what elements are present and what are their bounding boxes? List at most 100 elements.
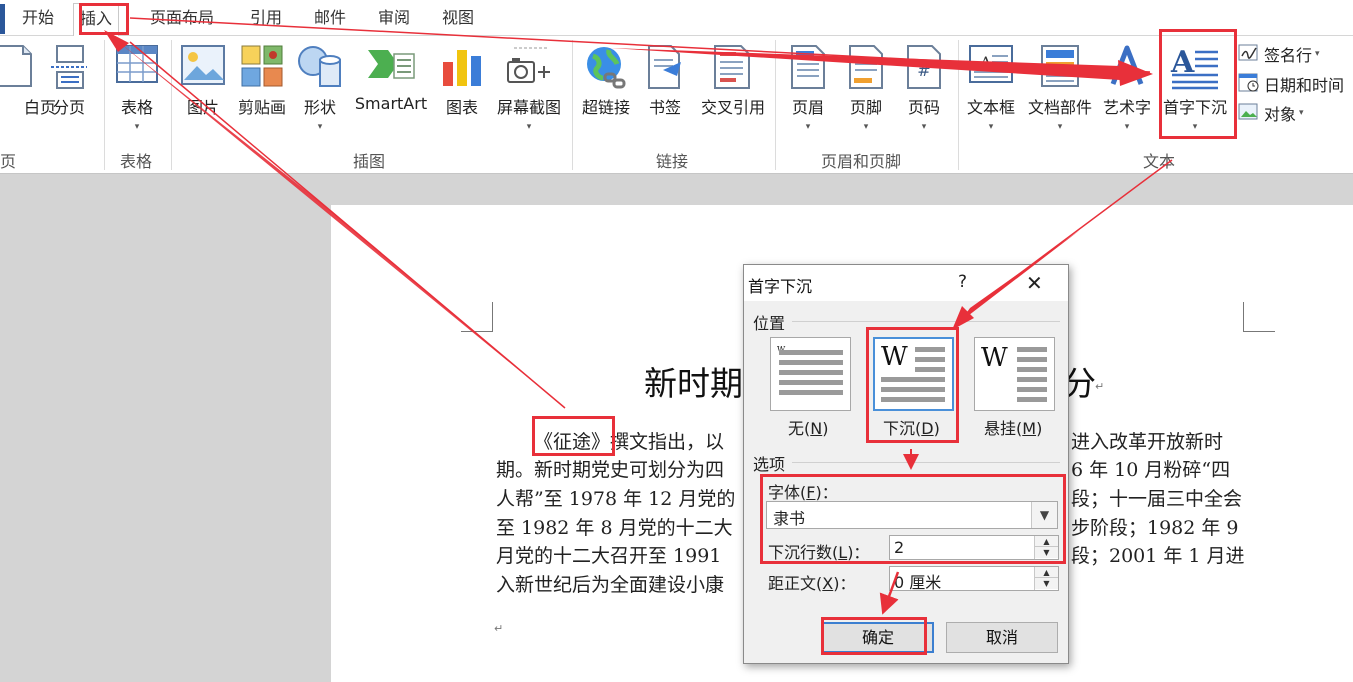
table-icon [115, 44, 159, 88]
shapes-button[interactable]: 形状 ▾ [285, 38, 355, 138]
option-in-margin[interactable]: W [974, 337, 1055, 411]
chevron-down-icon[interactable]: ▼ [1031, 502, 1057, 528]
svg-text:W: W [981, 343, 1008, 373]
text-line[interactable]: 6 年 10 月粉碎“四 [1071, 455, 1230, 482]
font-select[interactable]: 隶书 ▼ [766, 501, 1058, 529]
table-button[interactable]: 表格 ▾ [102, 38, 172, 138]
page-number-button[interactable]: # 页码 ▾ [889, 38, 959, 138]
paragraph-mark: ↵ [1095, 380, 1105, 393]
tab-mailings[interactable]: 邮件 [314, 6, 346, 30]
chevron-down-icon: ▾ [1299, 108, 1304, 118]
spin-up-icon[interactable]: ▲ [1035, 536, 1058, 547]
clipart-icon [240, 44, 284, 92]
spin-down-icon[interactable]: ▼ [1035, 578, 1058, 589]
tab-references[interactable]: 引用 [250, 6, 282, 30]
divider [792, 462, 1060, 463]
svg-text:A: A [979, 53, 992, 72]
text-line[interactable]: 步阶段；1982 年 9 [1071, 513, 1239, 540]
picture-icon [180, 44, 226, 90]
spin-down-icon[interactable]: ▼ [1035, 547, 1058, 558]
spin-up-icon[interactable]: ▲ [1035, 567, 1058, 578]
help-button[interactable]: ? [958, 272, 967, 292]
dropcap-button[interactable]: A 首字下沉 ▾ [1160, 38, 1230, 138]
options-section-label: 选项 [753, 455, 786, 474]
option-none-label: 无(N) [788, 419, 829, 438]
object-button[interactable]: 对象 ▾ [1238, 100, 1304, 126]
crossref-icon [711, 44, 755, 94]
text-line[interactable]: 《征途》撰文指出，以 [534, 427, 724, 454]
crossref-button[interactable]: 交叉引用 [698, 38, 768, 138]
screenshot-icon [504, 44, 554, 92]
crop-mark [461, 302, 493, 332]
chevron-down-icon: ▾ [1057, 122, 1063, 132]
quickparts-icon [1040, 44, 1080, 92]
text-line[interactable]: 段；十一届三中全会 [1071, 484, 1242, 511]
page-break-button[interactable]: 分页 [34, 38, 104, 138]
smartart-icon [366, 44, 416, 88]
drop-cap-dialog: 首字下沉 ? ✕ 位置 W W W 无(N) 下沉(D) 悬挂(M) 选项 字体… [743, 264, 1069, 664]
paragraph-mark: ↵ [494, 622, 504, 635]
distance-label: 距正文(X)： [768, 574, 856, 593]
ribbon-insert: 白页 分页 页 表格 ▾ 表格 图片 剪贴画 形状 ▾ SmartArt 图表 … [0, 36, 1353, 174]
dialog-title: 首字下沉 [748, 277, 813, 296]
chevron-down-icon: ▾ [134, 122, 140, 132]
group-label-illustrations: 插图 [353, 152, 386, 171]
text-line[interactable]: 人帮”至 1978 年 12 月党的 [496, 484, 735, 511]
distance-input[interactable]: 0 厘米 ▲ ▼ [889, 566, 1059, 592]
signature-icon [1238, 42, 1260, 66]
font-label: 字体(F)： [768, 483, 838, 502]
divider [792, 321, 1060, 322]
smartart-button[interactable]: SmartArt [355, 38, 427, 138]
option-none[interactable]: W [770, 337, 851, 411]
dropcap-dropped-icon: W [881, 342, 945, 402]
signature-line-button[interactable]: 签名行 ▾ [1238, 41, 1320, 67]
group-label-pages: 页 [0, 152, 17, 171]
option-margin-label: 悬挂(M) [984, 419, 1043, 438]
chevron-down-icon: ▾ [317, 122, 323, 132]
lines-to-drop-value: 2 [894, 538, 905, 557]
footer-icon [848, 44, 884, 94]
date-time-button[interactable]: 日期和时间 [1238, 71, 1344, 97]
text-line[interactable]: 至 1982 年 8 月党的十二大 [496, 513, 733, 540]
group-label-header-footer: 页眉和页脚 [821, 152, 902, 171]
option-dropped-label: 下沉(D) [883, 419, 940, 438]
option-dropped[interactable]: W [873, 337, 954, 411]
shapes-icon [296, 44, 344, 94]
text-line[interactable]: 月党的十二大召开至 1991 [496, 541, 721, 568]
textbox-icon: A [968, 44, 1014, 88]
wordart-icon [1107, 44, 1147, 92]
document-title-left[interactable]: 新时期 [644, 357, 743, 405]
text-line[interactable]: 期。新时期党史可划分为四 [496, 455, 724, 482]
wordart-button[interactable]: 艺术字 ▾ [1092, 38, 1162, 138]
ribbon-tab-bar: 开始 插入 页面布局 引用 邮件 审阅 视图 [0, 0, 1353, 37]
chart-button[interactable]: 图表 [427, 38, 497, 138]
lines-spinner[interactable]: ▲ ▼ [1034, 536, 1058, 559]
svg-text:W: W [881, 342, 908, 372]
lines-to-drop-input[interactable]: 2 ▲ ▼ [889, 535, 1059, 560]
tab-page-layout[interactable]: 页面布局 [150, 6, 214, 30]
dropcap-margin-icon: W [981, 343, 1047, 402]
calendar-icon [1238, 72, 1260, 96]
text-line[interactable]: 段；2001 年 1 月进 [1071, 541, 1245, 568]
dialog-titlebar[interactable]: 首字下沉 ? ✕ [744, 265, 1068, 301]
distance-value: 0 厘米 [894, 573, 942, 592]
dropcap-icon: A [1170, 44, 1220, 94]
distance-spinner[interactable]: ▲ ▼ [1034, 567, 1058, 590]
cancel-button[interactable]: 取消 [946, 622, 1058, 653]
group-label-table: 表格 [120, 152, 153, 171]
chevron-down-icon: ▾ [1315, 49, 1320, 59]
bookmark-button[interactable]: 书签 [630, 38, 700, 138]
tab-view[interactable]: 视图 [442, 6, 474, 30]
close-icon[interactable]: ✕ [1026, 271, 1043, 295]
tab-review[interactable]: 审阅 [378, 6, 410, 30]
quickparts-button[interactable]: 文档部件 ▾ [1025, 38, 1095, 138]
chevron-down-icon: ▾ [526, 122, 532, 132]
screenshot-button[interactable]: 屏幕截图 ▾ [494, 38, 564, 138]
ok-button[interactable]: 确定 [822, 622, 934, 653]
text-line[interactable]: 进入改革开放新时 [1071, 427, 1223, 454]
file-tab-stub[interactable] [0, 4, 5, 34]
textbox-button[interactable]: A 文本框 ▾ [956, 38, 1026, 138]
text-line[interactable]: 入新世纪后为全面建设小康 [496, 570, 724, 597]
tab-home[interactable]: 开始 [22, 6, 54, 30]
tab-insert[interactable]: 插入 [73, 3, 120, 37]
